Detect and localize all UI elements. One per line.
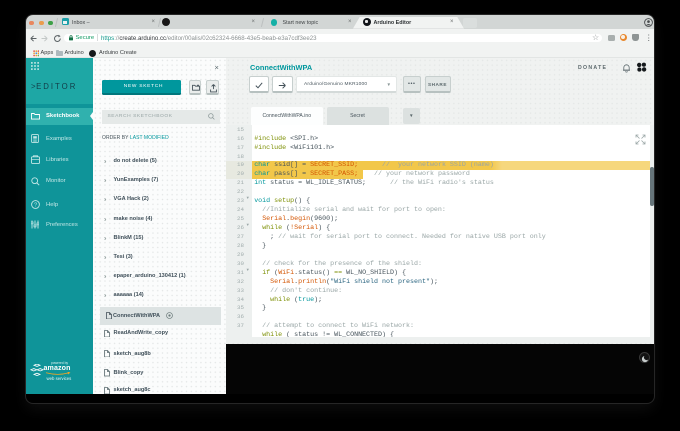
svg-text:?: ? <box>33 203 36 209</box>
